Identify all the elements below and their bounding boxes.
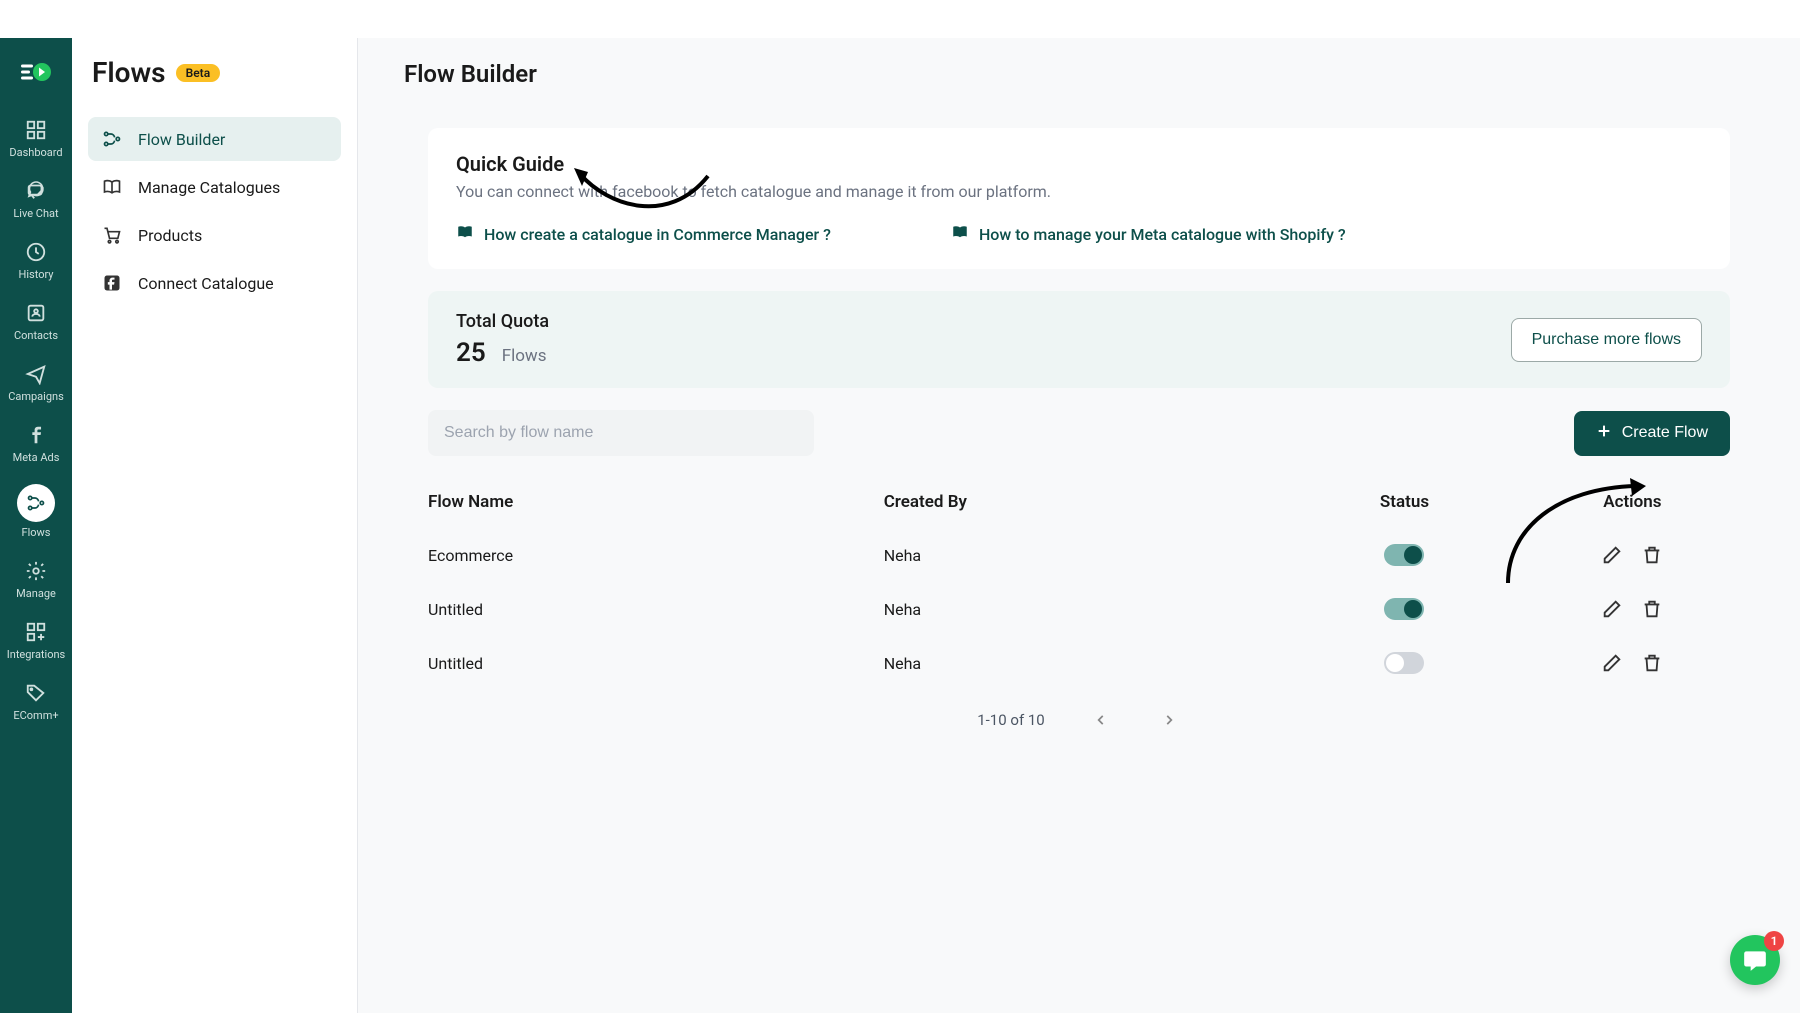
sidebar-title-text: Flows [92, 56, 166, 89]
table-header: Flow Name Created By Status Actions [428, 476, 1730, 528]
rail-item-campaigns[interactable]: Campaigns [0, 352, 72, 413]
rail-item-metaads[interactable]: Meta Ads [0, 413, 72, 474]
col-header-status: Status [1274, 492, 1534, 512]
cell-name: Untitled [428, 600, 884, 619]
sidebar-item-label: Connect Catalogue [138, 274, 274, 293]
rail-label: Live Chat [13, 207, 58, 220]
contacts-icon [24, 301, 48, 325]
delete-icon[interactable] [1641, 544, 1663, 566]
table-row: Untitled Neha [428, 636, 1730, 690]
quota-card: Total Quota 25 Flows Purchase more flows [428, 291, 1730, 388]
edit-icon[interactable] [1601, 544, 1623, 566]
col-header-actions: Actions [1535, 492, 1730, 512]
rail-label: Dashboard [9, 146, 62, 159]
send-icon [24, 362, 48, 386]
status-toggle[interactable] [1384, 544, 1424, 566]
app-logo-icon [18, 54, 54, 90]
status-toggle[interactable] [1384, 598, 1424, 620]
rail-label: Meta Ads [13, 451, 60, 464]
pagination: 1-10 of 10 [428, 690, 1730, 732]
rail-label: Flows [22, 526, 51, 539]
delete-icon[interactable] [1641, 652, 1663, 674]
rail-item-manage[interactable]: Manage [0, 549, 72, 610]
link-text: How to manage your Meta catalogue with S… [979, 225, 1346, 244]
apps-icon [24, 620, 48, 644]
book-icon [951, 223, 969, 245]
flow-icon [102, 129, 122, 149]
page-title: Flow Builder [404, 60, 1754, 88]
quick-guide-description: You can connect with facebook to fetch c… [456, 182, 1702, 201]
cart-icon [102, 225, 122, 245]
quota-value: 25 [456, 338, 486, 368]
rail-item-contacts[interactable]: Contacts [0, 291, 72, 352]
status-toggle[interactable] [1384, 652, 1424, 674]
rail-label: Contacts [14, 329, 58, 342]
gear-icon [24, 559, 48, 583]
beta-badge: Beta [176, 64, 221, 82]
quick-guide-link-2[interactable]: How to manage your Meta catalogue with S… [951, 223, 1346, 245]
rail-item-flows[interactable]: Flows [0, 474, 72, 549]
quick-guide-link-1[interactable]: How create a catalogue in Commerce Manag… [456, 223, 831, 245]
rail-label: EComm+ [13, 709, 58, 722]
next-page-button[interactable] [1157, 708, 1181, 732]
sidebar-title: Flows Beta [88, 56, 341, 89]
quick-guide-title: Quick Guide [456, 152, 1702, 176]
sidebar-item-label: Flow Builder [138, 130, 225, 149]
chat-badge: 1 [1764, 931, 1784, 951]
main-content: Flow Builder Quick Guide You can connect… [358, 38, 1800, 1013]
col-header-createdby: Created By [884, 492, 1275, 512]
cell-name: Untitled [428, 654, 884, 673]
tag-icon [24, 681, 48, 705]
quota-unit: Flows [502, 346, 547, 366]
facebook-square-icon [102, 273, 122, 293]
quota-label: Total Quota [456, 311, 549, 332]
col-header-name: Flow Name [428, 492, 884, 512]
rail-item-livechat[interactable]: Live Chat [0, 169, 72, 230]
cell-name: Ecommerce [428, 546, 884, 565]
facebook-icon [24, 423, 48, 447]
book-icon [102, 177, 122, 197]
sidebar: Flows Beta Flow Builder Manage Catalogue… [72, 38, 358, 1013]
purchase-flows-button[interactable]: Purchase more flows [1511, 318, 1702, 362]
cell-createdby: Neha [884, 600, 1275, 619]
rail-item-dashboard[interactable]: Dashboard [0, 108, 72, 169]
sidebar-item-products[interactable]: Products [88, 213, 341, 257]
rail-label: Integrations [7, 648, 65, 661]
rail-item-ecomm[interactable]: EComm+ [0, 671, 72, 732]
chat-icon [24, 179, 48, 203]
flows-icon [17, 484, 55, 522]
left-rail: Dashboard Live Chat History Contacts Cam… [0, 38, 72, 1013]
sidebar-item-flow-builder[interactable]: Flow Builder [88, 117, 341, 161]
pagination-text: 1-10 of 10 [977, 711, 1045, 729]
cell-createdby: Neha [884, 654, 1275, 673]
sidebar-item-manage-catalogues[interactable]: Manage Catalogues [88, 165, 341, 209]
rail-label: Campaigns [8, 390, 64, 403]
rail-label: Manage [16, 587, 56, 600]
rail-item-history[interactable]: History [0, 230, 72, 291]
link-text: How create a catalogue in Commerce Manag… [484, 225, 831, 244]
prev-page-button[interactable] [1089, 708, 1113, 732]
sidebar-item-label: Products [138, 226, 202, 245]
plus-icon [1596, 423, 1612, 444]
book-icon [456, 223, 474, 245]
sidebar-item-label: Manage Catalogues [138, 178, 280, 197]
chat-fab-button[interactable]: 1 [1730, 935, 1780, 985]
flows-table: Flow Name Created By Status Actions Ecom… [428, 476, 1730, 690]
rail-label: History [19, 268, 54, 281]
table-row: Untitled Neha [428, 582, 1730, 636]
table-row: Ecommerce Neha [428, 528, 1730, 582]
quick-guide-card: Quick Guide You can connect with faceboo… [428, 128, 1730, 269]
create-flow-button[interactable]: Create Flow [1574, 411, 1730, 456]
grid-icon [24, 118, 48, 142]
button-label: Create Flow [1622, 424, 1708, 442]
edit-icon[interactable] [1601, 598, 1623, 620]
sidebar-item-connect-catalogue[interactable]: Connect Catalogue [88, 261, 341, 305]
rail-item-integrations[interactable]: Integrations [0, 610, 72, 671]
edit-icon[interactable] [1601, 652, 1623, 674]
delete-icon[interactable] [1641, 598, 1663, 620]
cell-createdby: Neha [884, 546, 1275, 565]
search-input[interactable] [428, 410, 814, 456]
history-icon [24, 240, 48, 264]
